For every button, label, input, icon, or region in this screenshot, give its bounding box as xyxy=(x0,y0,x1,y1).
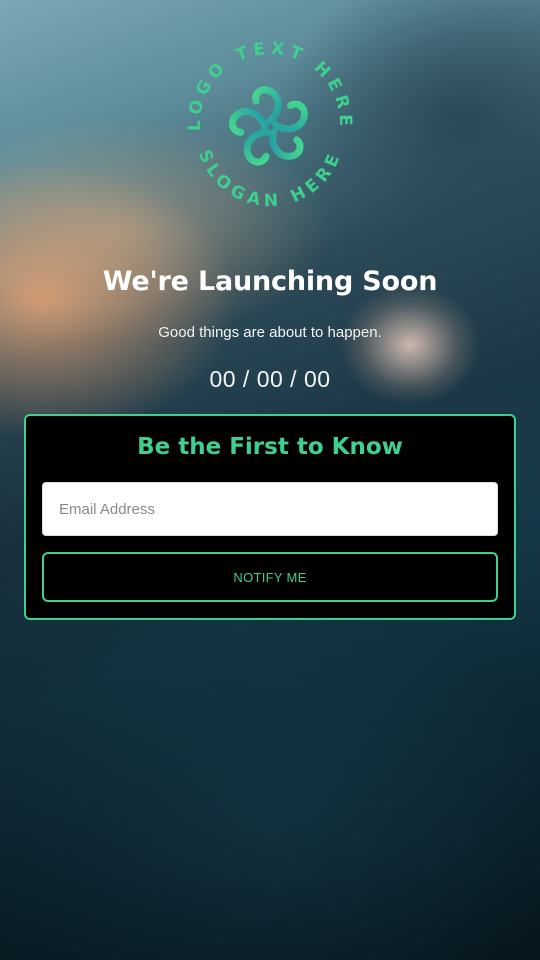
svg-text:SLOGAN HERE: SLOGAN HERE xyxy=(194,147,346,211)
page-title: We're Launching Soon xyxy=(102,266,438,297)
brand-logo: LOGO TEXT HERE SLOGAN HERE xyxy=(180,34,360,214)
email-field[interactable] xyxy=(42,482,498,536)
logo-emblem-icon: LOGO TEXT HERE SLOGAN HERE xyxy=(185,39,350,212)
launch-page: LOGO TEXT HERE SLOGAN HERE We're Launchi… xyxy=(0,0,540,960)
countdown-timer: 00 / 00 / 00 xyxy=(209,366,331,392)
page-subtitle: Good things are about to happen. xyxy=(158,324,382,341)
logo-bottom-text: SLOGAN HERE xyxy=(194,147,341,211)
notify-me-button[interactable]: NOTIFY ME xyxy=(42,552,498,602)
signup-title: Be the First to Know xyxy=(137,434,403,460)
signup-panel: Be the First to Know NOTIFY ME xyxy=(24,414,516,620)
